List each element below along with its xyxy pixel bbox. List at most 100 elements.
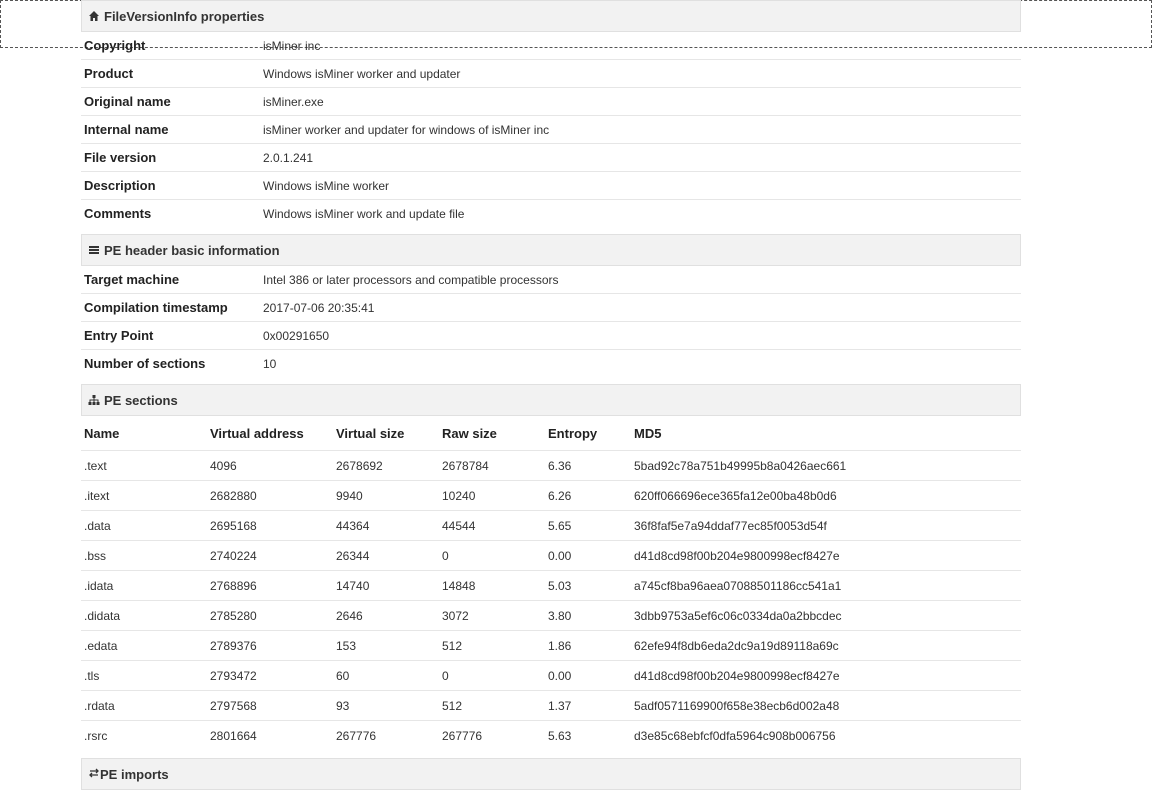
- property-key: Comments: [84, 206, 152, 221]
- col-virtual-size-cell: 26344: [335, 540, 441, 571]
- col-entropy-cell: 1.86: [547, 630, 633, 661]
- kv-row: Entry Point 0x00291650: [81, 321, 1021, 350]
- main-content: FileVersionInfo properties Copyright isMi…: [81, 0, 1021, 790]
- col-entropy-cell: 0.00: [547, 540, 633, 571]
- table-row: .tls 2793472 60 0 0.00 d41d8cd98f00b204e98009…: [81, 660, 1021, 691]
- col-raw-size-cell: 10240: [441, 480, 547, 511]
- property-key: Description: [81, 171, 263, 200]
- col-virtual-address-cell: 2695168: [209, 510, 335, 541]
- col-raw-size-cell: 44544: [441, 510, 547, 541]
- col-entropy-cell: 6.26: [547, 480, 633, 511]
- kv-row: Comments Windows isMiner work and update …: [81, 200, 1021, 228]
- col-md5-cell: 3dbb9753a5ef6c06c0334da0a2bbcdec: [633, 600, 1021, 631]
- list-icon: [88, 244, 100, 256]
- property-key: File version: [81, 143, 263, 172]
- col-entropy-cell: 1.37: [547, 690, 633, 721]
- col-raw-size-cell: 0: [441, 660, 547, 691]
- col-name-cell: .data: [81, 510, 209, 541]
- col-virtual-address-cell: 2768896: [209, 570, 335, 601]
- col-virtual-address-cell: 2785280: [209, 600, 335, 631]
- col-md5-cell: 5adf0571169900f658e38ecb6d002a48: [633, 690, 1021, 721]
- property-key: Internal name: [81, 115, 263, 144]
- table-row: .itext 2682880 9940 10240 6.26 620ff066696ece…: [81, 480, 1021, 511]
- col-entropy-cell: 5.03: [547, 570, 633, 601]
- col-md5-cell: d41d8cd98f00b204e9800998ecf8427e: [633, 660, 1021, 691]
- table-row: .rdata 2797568 93 512 1.37 5adf0571169900f658…: [81, 690, 1021, 721]
- col-raw-size-cell: 3072: [441, 600, 547, 631]
- kv-row: Internal name isMiner worker and updater …: [81, 115, 1021, 144]
- pesections-header[interactable]: PE sections: [81, 384, 1021, 416]
- col-virtual-address-header: Virtual address: [209, 416, 335, 451]
- property-value: isMiner inc: [263, 32, 1021, 60]
- sitemap-icon: [88, 394, 100, 406]
- col-name-cell: .edata: [81, 630, 209, 661]
- col-name-cell: .bss: [81, 540, 209, 571]
- col-virtual-size-cell: 14740: [335, 570, 441, 601]
- property-value: isMiner.exe: [263, 87, 1021, 116]
- col-virtual-size-cell: 153: [335, 630, 441, 661]
- col-md5-cell: d41d8cd98f00b204e9800998ecf8427e: [633, 540, 1021, 571]
- col-name-cell: .itext: [81, 480, 209, 511]
- property-value: 0x00291650: [263, 321, 1021, 350]
- col-virtual-address-cell: 2793472: [209, 660, 335, 691]
- col-name-header: Name: [81, 416, 209, 451]
- col-virtual-size-cell: 44364: [335, 510, 441, 541]
- col-raw-size-cell: 0: [441, 540, 547, 571]
- col-raw-size-cell: 267776: [442, 728, 483, 743]
- property-key: Original name: [81, 87, 263, 116]
- col-entropy-cell: 5.63: [548, 728, 572, 743]
- col-md5-cell: a745cf8ba96aea07088501186cc541a1: [633, 570, 1021, 601]
- property-value: isMiner worker and updater for windows o…: [263, 115, 1021, 144]
- col-virtual-size-cell: 9940: [335, 480, 441, 511]
- col-raw-size-cell: 512: [441, 630, 547, 661]
- col-virtual-size-cell: 2678692: [335, 450, 441, 481]
- col-md5-header: MD5: [633, 416, 1021, 451]
- pesections-table: Name Virtual address Virtual size Raw size E…: [81, 416, 1021, 750]
- peheader-table: Target machine Intel 386 or later process…: [81, 266, 1021, 377]
- col-virtual-size-header: Virtual size: [335, 416, 441, 451]
- col-name-cell: .rdata: [81, 690, 209, 721]
- col-name-cell: .tls: [81, 660, 209, 691]
- col-virtual-address-cell: 2789376: [209, 630, 335, 661]
- col-virtual-size-cell: 2646: [335, 600, 441, 631]
- fileversion-title: FileVersionInfo properties: [104, 8, 265, 24]
- col-entropy-cell: 3.80: [547, 600, 633, 631]
- peimports-title: PE imports: [100, 766, 169, 782]
- property-key: Number of sections: [84, 356, 206, 371]
- col-entropy-cell: 0.00: [547, 660, 633, 691]
- col-name-cell: .rsrc: [84, 728, 108, 743]
- kv-row: Product Windows isMiner worker and update…: [81, 59, 1021, 88]
- property-value: Windows isMiner worker and updater: [263, 59, 1021, 88]
- pesections-title: PE sections: [104, 392, 178, 408]
- peheader-header[interactable]: PE header basic information: [81, 234, 1021, 266]
- col-entropy-cell: 5.65: [547, 510, 633, 541]
- table-row: .text 4096 2678692 2678784 6.36 5bad92c78a751…: [81, 450, 1021, 481]
- col-virtual-address-cell: 2740224: [209, 540, 335, 571]
- arrows-icon: [88, 767, 100, 782]
- col-raw-size-header: Raw size: [441, 416, 547, 451]
- property-value: 2017-07-06 20:35:41: [263, 293, 1021, 322]
- col-md5-cell: d3e85c68ebfcf0dfa5964c908b006756: [634, 728, 836, 743]
- col-entropy-cell: 6.36: [547, 450, 633, 481]
- col-name-cell: .didata: [81, 600, 209, 631]
- property-value: Intel 386 or later processors and compat…: [263, 266, 1021, 294]
- fileversion-header[interactable]: FileVersionInfo properties: [81, 0, 1021, 32]
- peimports-header[interactable]: PE imports: [81, 758, 1021, 790]
- property-key: Copyright: [81, 32, 263, 60]
- col-virtual-address-cell: 2797568: [209, 690, 335, 721]
- col-virtual-size-cell: 93: [335, 690, 441, 721]
- home-icon: [88, 10, 100, 22]
- property-key: Compilation timestamp: [81, 293, 263, 322]
- col-name-cell: .idata: [81, 570, 209, 601]
- property-key: Target machine: [81, 266, 263, 294]
- col-virtual-size-cell: 60: [335, 660, 441, 691]
- col-md5-cell: 620ff066696ece365fa12e00ba48b0d6: [633, 480, 1021, 511]
- col-raw-size-cell: 14848: [441, 570, 547, 601]
- property-value: 10: [263, 356, 277, 371]
- col-virtual-size-cell: 267776: [336, 728, 377, 743]
- property-value: Windows isMine worker: [263, 171, 1021, 200]
- kv-row: Target machine Intel 386 or later process…: [81, 266, 1021, 294]
- property-value: 2.0.1.241: [263, 143, 1021, 172]
- property-key: Product: [81, 59, 263, 88]
- col-virtual-address-cell: 2682880: [209, 480, 335, 511]
